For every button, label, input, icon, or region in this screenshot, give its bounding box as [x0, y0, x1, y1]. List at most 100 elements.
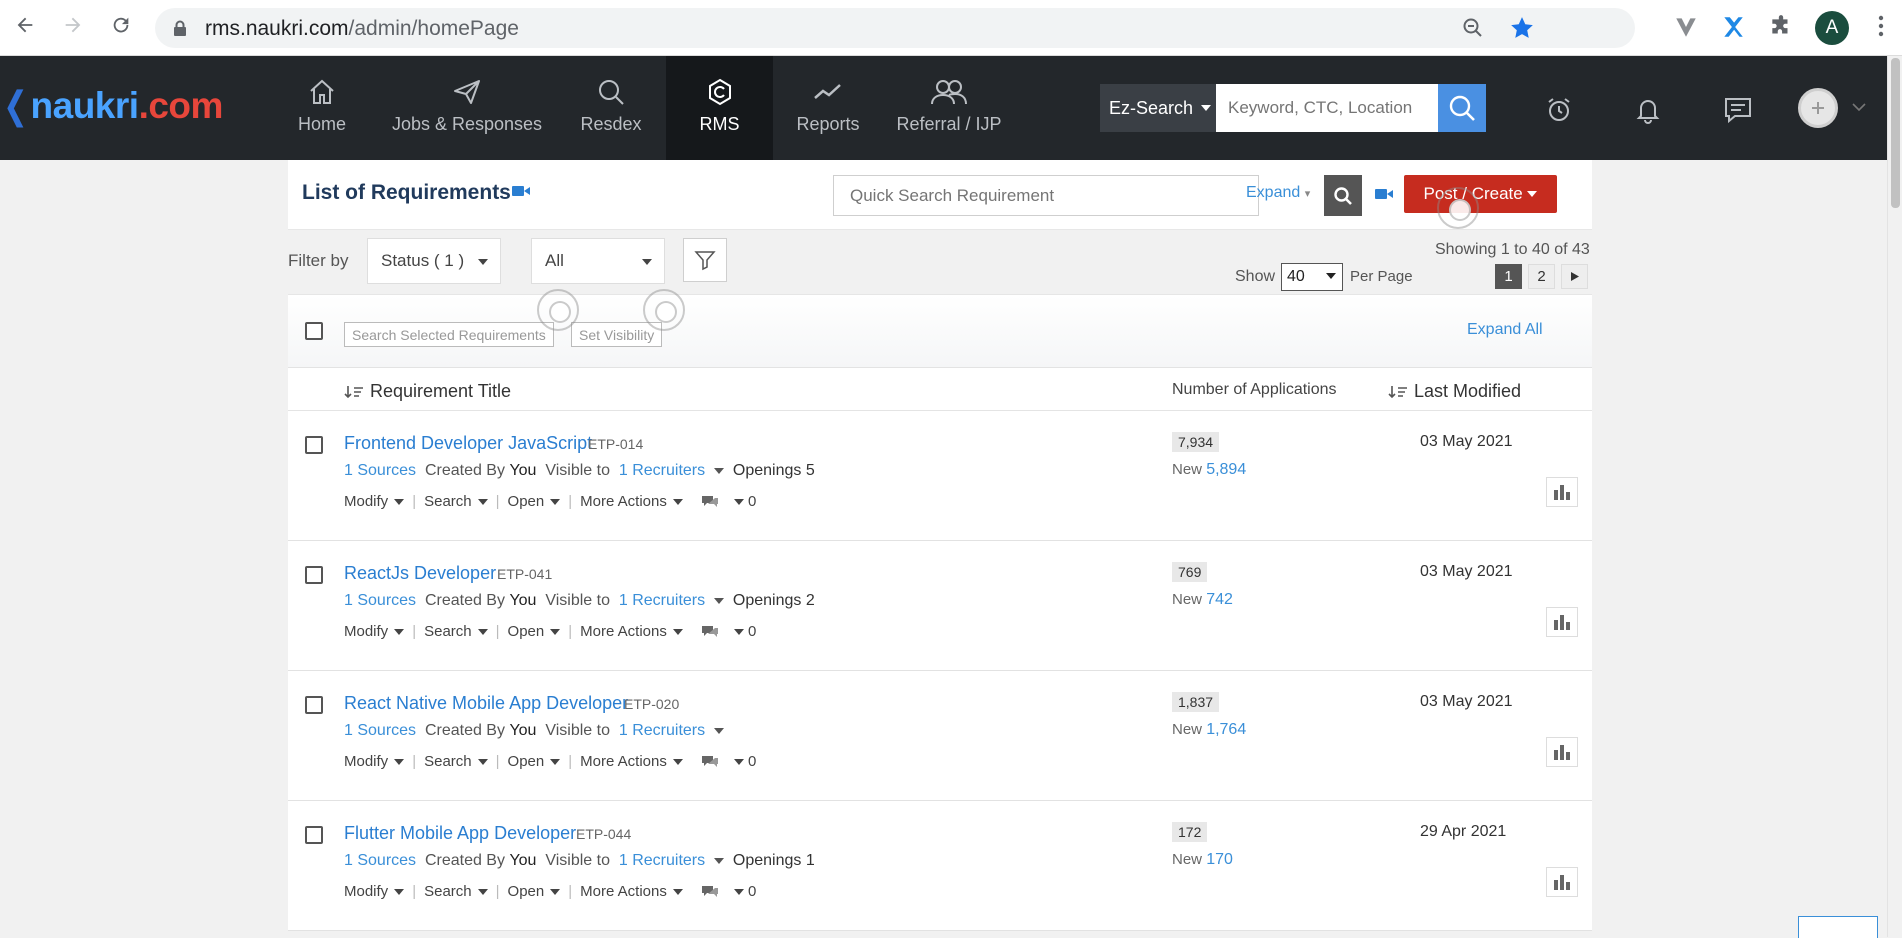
nav-resdex[interactable]: Resdex — [570, 56, 652, 160]
nav-rms[interactable]: RMS — [666, 56, 773, 160]
open-menu[interactable]: Open — [508, 753, 561, 770]
bar-chart-icon[interactable] — [1546, 737, 1578, 767]
page-1-button[interactable]: 1 — [1495, 264, 1522, 289]
ez-search-input[interactable] — [1216, 84, 1438, 132]
next-page-button[interactable] — [1561, 264, 1588, 289]
requirement-title-link[interactable]: Flutter Mobile App Developer — [344, 823, 576, 844]
extensions-puzzle-icon[interactable] — [1768, 14, 1794, 40]
row-checkbox[interactable] — [305, 696, 323, 714]
comments-icon[interactable] — [700, 754, 720, 770]
reload-icon[interactable] — [108, 12, 134, 38]
per-page-select[interactable]: 40 — [1281, 263, 1343, 291]
video-camera-icon[interactable] — [1375, 188, 1393, 200]
select-all-checkbox[interactable] — [305, 322, 323, 340]
new-applications-link[interactable]: 742 — [1206, 591, 1233, 608]
recruiters-link[interactable]: 1 Recruiters — [619, 852, 705, 870]
quick-search-button[interactable] — [1324, 175, 1362, 216]
alarm-clock-icon[interactable] — [1545, 96, 1573, 124]
requirement-title-link[interactable]: ReactJs Developer — [344, 563, 496, 584]
modify-menu[interactable]: Modify — [344, 753, 405, 770]
ez-search-button[interactable] — [1438, 84, 1486, 132]
requirement-title-column[interactable]: Requirement Title — [344, 381, 511, 402]
modify-menu[interactable]: Modify — [344, 883, 405, 900]
search-menu[interactable]: Search — [424, 883, 488, 900]
search-menu[interactable]: Search — [424, 753, 488, 770]
requirement-title-link[interactable]: Frontend Developer JavaScript — [344, 433, 592, 454]
expand-all-link[interactable]: Expand All — [1467, 321, 1543, 339]
user-avatar[interactable] — [1798, 88, 1838, 128]
bookmark-star-icon[interactable] — [1509, 15, 1535, 41]
nav-reports[interactable]: Reports — [790, 56, 866, 160]
open-menu[interactable]: Open — [508, 883, 561, 900]
search-menu[interactable]: Search — [424, 623, 488, 640]
nav-referral-ijp[interactable]: Referral / IJP — [894, 56, 1004, 160]
vivaldi-extension-icon[interactable] — [1673, 14, 1699, 40]
last-modified-column[interactable]: Last Modified — [1388, 381, 1521, 402]
applications-count[interactable]: 7,934 — [1172, 432, 1220, 452]
feedback-widget[interactable] — [1798, 916, 1878, 938]
more-actions-menu[interactable]: More Actions — [580, 623, 683, 640]
search-selected-button[interactable]: Search Selected Requirements — [344, 322, 554, 347]
browser-profile-avatar[interactable]: A — [1815, 11, 1849, 45]
modify-menu[interactable]: Modify — [344, 493, 405, 510]
bar-chart-icon[interactable] — [1546, 477, 1578, 507]
quick-search-input[interactable] — [833, 175, 1259, 216]
browser-menu-icon[interactable] — [1878, 14, 1884, 38]
open-menu[interactable]: Open — [508, 623, 561, 640]
row-checkbox[interactable] — [305, 436, 323, 454]
all-filter-dropdown[interactable]: All — [531, 238, 665, 284]
new-applications-link[interactable]: 5,894 — [1206, 461, 1246, 478]
new-applications-link[interactable]: 1,764 — [1206, 721, 1246, 738]
comments-icon[interactable] — [700, 884, 720, 900]
nav-jobs-responses[interactable]: Jobs & Responses — [385, 56, 549, 160]
naukri-logo[interactable]: ❬naukri.com — [0, 84, 223, 127]
applications-count[interactable]: 769 — [1172, 562, 1208, 582]
recruiters-dropdown-icon[interactable] — [714, 468, 724, 474]
row-checkbox[interactable] — [305, 826, 323, 844]
sources-link[interactable]: 1 Sources — [344, 722, 416, 740]
nav-home[interactable]: Home — [283, 56, 361, 160]
comments-icon[interactable] — [700, 624, 720, 640]
open-menu[interactable]: Open — [508, 493, 561, 510]
address-bar[interactable]: rms.naukri.com/admin/homePage — [155, 8, 1635, 48]
row-checkbox[interactable] — [305, 566, 323, 584]
bar-chart-icon[interactable] — [1546, 607, 1578, 637]
x-extension-icon[interactable] — [1720, 14, 1746, 40]
expand-search-toggle[interactable]: Expand ▾ — [1246, 184, 1310, 202]
sources-link[interactable]: 1 Sources — [344, 852, 416, 870]
ez-search-dropdown[interactable]: Ez-Search — [1100, 84, 1216, 132]
more-actions-menu[interactable]: More Actions — [580, 753, 683, 770]
more-actions-menu[interactable]: More Actions — [580, 493, 683, 510]
status-filter-dropdown[interactable]: Status ( 1 ) — [367, 238, 501, 284]
filter-funnel-button[interactable] — [683, 238, 727, 282]
bar-chart-icon[interactable] — [1546, 867, 1578, 897]
zoom-out-icon[interactable] — [1461, 16, 1485, 40]
requirement-title-link[interactable]: React Native Mobile App Developer — [344, 693, 628, 714]
forward-icon[interactable] — [60, 12, 86, 38]
new-applications-link[interactable]: 170 — [1206, 851, 1233, 868]
comments-icon[interactable] — [700, 494, 720, 510]
recruiters-link[interactable]: 1 Recruiters — [619, 462, 705, 480]
bell-icon[interactable] — [1634, 96, 1662, 124]
page-2-button[interactable]: 2 — [1528, 264, 1555, 289]
post-create-button[interactable]: Post / Create — [1404, 175, 1557, 213]
recruiters-link[interactable]: 1 Recruiters — [619, 722, 705, 740]
recruiters-dropdown-icon[interactable] — [714, 728, 724, 734]
back-icon[interactable] — [12, 12, 38, 38]
chevron-down-icon[interactable] — [1852, 103, 1866, 112]
sources-link[interactable]: 1 Sources — [344, 592, 416, 610]
recruiters-link[interactable]: 1 Recruiters — [619, 592, 705, 610]
sources-link[interactable]: 1 Sources — [344, 462, 416, 480]
recruiters-dropdown-icon[interactable] — [714, 598, 724, 604]
chat-icon[interactable] — [1723, 96, 1753, 124]
vertical-scrollbar[interactable] — [1887, 56, 1902, 937]
video-camera-icon[interactable] — [512, 185, 530, 197]
set-visibility-button[interactable]: Set Visibility — [571, 322, 663, 347]
applications-count[interactable]: 1,837 — [1172, 692, 1220, 712]
search-menu[interactable]: Search — [424, 493, 488, 510]
modify-menu[interactable]: Modify — [344, 623, 405, 640]
scrollbar-thumb[interactable] — [1891, 58, 1900, 208]
recruiters-dropdown-icon[interactable] — [714, 858, 724, 864]
applications-count[interactable]: 172 — [1172, 822, 1208, 842]
more-actions-menu[interactable]: More Actions — [580, 883, 683, 900]
